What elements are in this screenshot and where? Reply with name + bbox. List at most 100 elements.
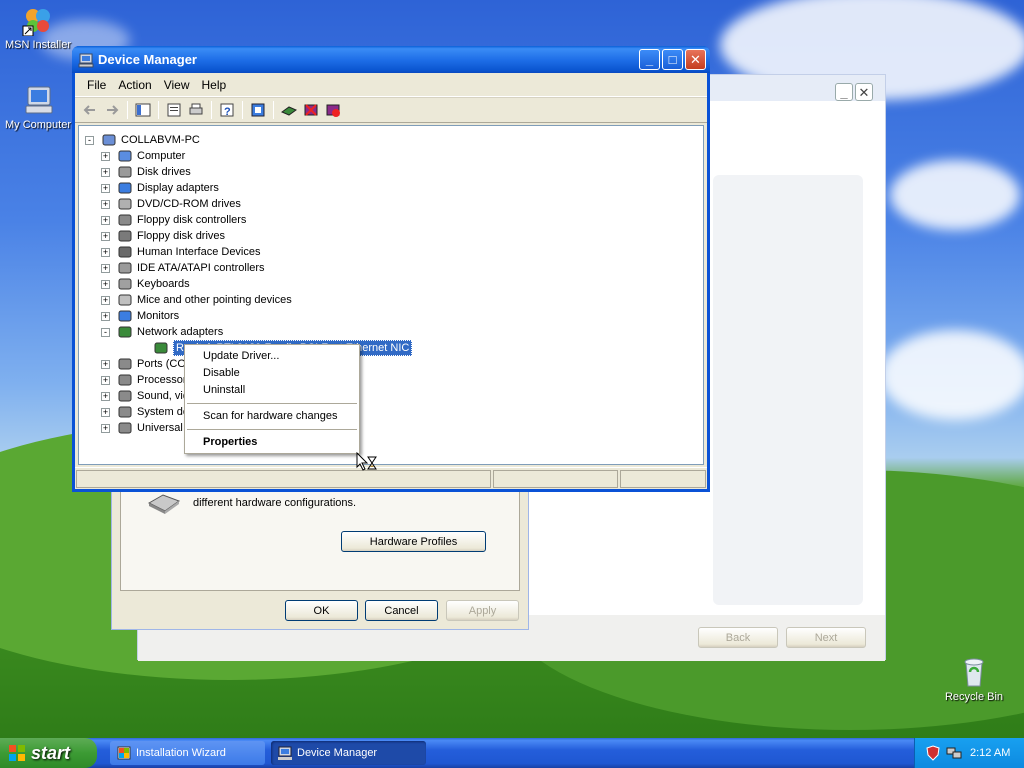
expand-icon[interactable]: + bbox=[101, 215, 110, 225]
msn-installer-label: MSN Installer bbox=[4, 39, 72, 51]
tree-category[interactable]: + DVD/CD-ROM drives bbox=[101, 196, 241, 212]
device-category-icon bbox=[117, 164, 133, 180]
wizard-close-button[interactable]: ✕ bbox=[855, 83, 873, 101]
tree-category[interactable]: + Disk drives bbox=[101, 164, 191, 180]
expand-icon[interactable]: + bbox=[101, 199, 110, 209]
tree-category[interactable]: + Monitors bbox=[101, 308, 179, 324]
menu-view[interactable]: View bbox=[158, 76, 196, 94]
tree-category[interactable]: + Computer bbox=[101, 148, 185, 164]
start-button[interactable]: start bbox=[0, 738, 97, 768]
minimize-button[interactable]: _ bbox=[639, 49, 660, 70]
tree-category[interactable]: + Floppy disk drives bbox=[101, 228, 225, 244]
device-manager-title: Device Manager bbox=[98, 52, 197, 67]
show-hide-console-tree-icon[interactable] bbox=[132, 99, 154, 121]
device-manager-titlebar[interactable]: Device Manager bbox=[72, 46, 710, 73]
taskbar-device-manager[interactable]: Device Manager bbox=[271, 741, 426, 765]
expand-icon[interactable]: + bbox=[101, 423, 110, 433]
expand-icon[interactable]: + bbox=[101, 231, 110, 241]
svg-text:?: ? bbox=[224, 106, 231, 118]
uninstall-menu-item[interactable]: Uninstall bbox=[203, 384, 245, 396]
device-category-icon bbox=[117, 388, 133, 404]
apply-button[interactable]: Apply bbox=[446, 600, 519, 621]
disable-icon[interactable] bbox=[322, 99, 344, 121]
expand-icon[interactable]: + bbox=[101, 167, 110, 177]
tree-label: Mice and other pointing devices bbox=[137, 294, 292, 306]
device-manager-app-icon bbox=[277, 745, 293, 761]
wizard-back-button[interactable]: Back bbox=[698, 627, 778, 648]
msn-installer-icon[interactable]: MSN Installer bbox=[0, 4, 76, 51]
tree-label: Disk drives bbox=[137, 166, 191, 178]
forward-arrow-icon[interactable] bbox=[101, 99, 123, 121]
device-category-icon bbox=[117, 196, 133, 212]
uninstall-icon[interactable] bbox=[300, 99, 322, 121]
update-driver-menu-item[interactable]: Update Driver... bbox=[203, 350, 279, 362]
expand-icon[interactable]: + bbox=[101, 151, 110, 161]
properties-icon[interactable] bbox=[163, 99, 185, 121]
toolbar-separator bbox=[273, 101, 274, 119]
disable-menu-item[interactable]: Disable bbox=[203, 367, 240, 379]
recycle-bin-icon[interactable]: Recycle Bin bbox=[936, 656, 1012, 703]
device-category-icon bbox=[117, 308, 133, 324]
busy-cursor-icon bbox=[356, 451, 378, 474]
tree-category[interactable]: + IDE ATA/ATAPI controllers bbox=[101, 260, 265, 276]
tree-label: DVD/CD-ROM drives bbox=[137, 198, 241, 210]
tree-category[interactable]: + Display adapters bbox=[101, 180, 219, 196]
tree-category[interactable]: + Universal S bbox=[101, 420, 193, 436]
print-icon[interactable] bbox=[185, 99, 207, 121]
tree-root[interactable]: - COLLABVM-PC bbox=[85, 132, 200, 148]
scan-hardware-icon[interactable] bbox=[247, 99, 269, 121]
taskbar-installation-wizard[interactable]: Installation Wizard bbox=[110, 741, 265, 765]
back-arrow-icon[interactable] bbox=[79, 99, 101, 121]
tree-category[interactable]: - Network adapters bbox=[101, 324, 223, 340]
tree-category[interactable]: + Mice and other pointing devices bbox=[101, 292, 292, 308]
tree-category[interactable]: + System de bbox=[101, 404, 189, 420]
collapse-icon[interactable]: - bbox=[101, 327, 110, 337]
menu-help[interactable]: Help bbox=[196, 76, 233, 94]
security-shield-icon[interactable] bbox=[925, 745, 941, 761]
properties-menu-item[interactable]: Properties bbox=[203, 436, 257, 448]
network-icon[interactable] bbox=[946, 745, 962, 761]
my-computer-icon[interactable]: My Computer bbox=[0, 84, 76, 131]
close-button[interactable]: ✕ bbox=[685, 49, 706, 70]
tree-category[interactable]: + Ports (COM bbox=[101, 356, 195, 372]
expand-icon[interactable]: + bbox=[101, 391, 110, 401]
menu-file[interactable]: File bbox=[81, 76, 112, 94]
clock[interactable]: 2:12 AM bbox=[970, 747, 1010, 759]
wizard-next-button[interactable]: Next bbox=[786, 627, 866, 648]
device-category-icon bbox=[117, 228, 133, 244]
tree-category[interactable]: + Floppy disk controllers bbox=[101, 212, 246, 228]
expand-icon[interactable]: + bbox=[101, 247, 110, 257]
hardware-profiles-button[interactable]: Hardware Profiles bbox=[341, 531, 486, 552]
menu-action[interactable]: Action bbox=[112, 76, 157, 94]
tree-category[interactable]: + Sound, vid bbox=[101, 388, 189, 404]
tree-label: Floppy disk drives bbox=[137, 230, 226, 242]
expand-icon[interactable]: + bbox=[101, 407, 110, 417]
expand-icon[interactable]: + bbox=[101, 311, 110, 321]
maximize-button[interactable]: □ bbox=[662, 49, 683, 70]
scan-hardware-menu-item[interactable]: Scan for hardware changes bbox=[203, 410, 338, 422]
expand-icon[interactable]: + bbox=[101, 263, 110, 273]
tree-label: Monitors bbox=[137, 310, 180, 322]
expand-icon[interactable]: + bbox=[101, 359, 110, 369]
context-menu: Update Driver... Disable Uninstall Scan … bbox=[184, 344, 360, 454]
tree-category[interactable]: + Human Interface Devices bbox=[101, 244, 261, 260]
cancel-button[interactable]: Cancel bbox=[365, 600, 438, 621]
toolbar-separator bbox=[127, 101, 128, 119]
collapse-icon[interactable]: - bbox=[85, 135, 94, 145]
menu-separator bbox=[187, 429, 357, 430]
tree-label: COLLABVM-PC bbox=[121, 134, 200, 146]
expand-icon[interactable]: + bbox=[101, 279, 110, 289]
toolbar-separator bbox=[242, 101, 243, 119]
expand-icon[interactable]: + bbox=[101, 295, 110, 305]
help-icon[interactable]: ? bbox=[216, 99, 238, 121]
expand-icon[interactable]: + bbox=[101, 183, 110, 193]
update-driver-icon[interactable] bbox=[278, 99, 300, 121]
tree-category[interactable]: + Keyboards bbox=[101, 276, 190, 292]
tree-category[interactable]: + Processors bbox=[101, 372, 192, 388]
ok-button[interactable]: OK bbox=[285, 600, 358, 621]
wizard-minimize-button[interactable]: _ bbox=[835, 83, 853, 101]
hardware-profiles-group: different hardware configurations. Hardw… bbox=[120, 481, 520, 591]
device-category-icon bbox=[117, 292, 133, 308]
expand-icon[interactable]: + bbox=[101, 375, 110, 385]
computer-icon bbox=[22, 84, 54, 116]
